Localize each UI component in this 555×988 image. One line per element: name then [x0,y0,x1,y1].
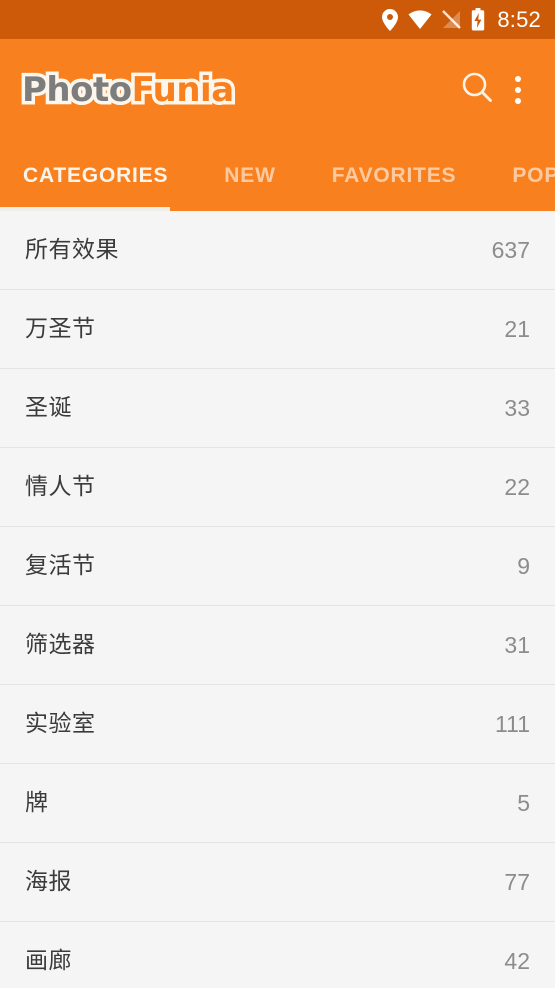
list-item-count: 9 [517,552,530,579]
wifi-icon [408,10,432,30]
list-item-label: 牌 [25,789,49,816]
list-item-label: 所有效果 [25,236,119,263]
tab-categories[interactable]: CATEGORIES [23,165,168,186]
app-toolbar: PhotoFunia [0,39,555,140]
list-item-count: 22 [504,473,530,500]
tab-popular[interactable]: POPULAR [512,165,555,186]
overflow-menu-button[interactable] [501,66,535,114]
location-icon [381,8,399,31]
tab-bar: CATEGORIES NEW FAVORITES POPULAR [0,140,555,211]
list-item-count: 637 [491,236,530,263]
list-item[interactable]: 万圣节 21 [0,290,555,369]
logo-text-funia: Funia [128,69,238,110]
list-item-count: 5 [517,789,530,816]
status-bar: 8:52 [0,0,555,39]
list-item[interactable]: 画廊 42 [0,922,555,988]
list-item[interactable]: 圣诞 33 [0,369,555,448]
list-item-count: 33 [504,394,530,421]
list-item-label: 筛选器 [25,631,96,658]
list-item-label: 圣诞 [25,394,72,421]
search-button[interactable] [453,66,501,114]
battery-charging-icon [471,8,485,31]
more-vertical-icon [515,75,521,104]
list-item-label: 万圣节 [25,315,96,342]
list-item-label: 复活节 [25,552,96,579]
app-root: 8:52 PhotoFunia CATEGORIES NEW FAVORITES… [0,0,555,988]
app-logo: PhotoFunia [19,69,238,110]
list-item-count: 21 [504,315,530,342]
list-item-count: 111 [495,710,530,737]
list-item[interactable]: 复活节 9 [0,527,555,606]
list-item[interactable]: 牌 5 [0,764,555,843]
no-sim-signal-icon [441,9,462,30]
search-icon [460,70,494,109]
list-item-label: 实验室 [25,710,96,737]
list-item-label: 情人节 [25,473,96,500]
list-item-count: 77 [504,868,530,895]
list-item[interactable]: 所有效果 637 [0,211,555,290]
logo-text-photo: Photo [19,69,136,110]
list-item[interactable]: 筛选器 31 [0,606,555,685]
list-item-label: 画廊 [25,947,72,974]
list-item[interactable]: 情人节 22 [0,448,555,527]
list-item[interactable]: 实验室 111 [0,685,555,764]
tab-favorites[interactable]: FAVORITES [332,165,457,186]
list-item[interactable]: 海报 77 [0,843,555,922]
status-bar-clock: 8:52 [497,6,541,32]
list-item-label: 海报 [25,868,72,895]
category-list[interactable]: 所有效果 637 万圣节 21 圣诞 33 情人节 22 复活节 9 筛选器 3… [0,211,555,988]
list-item-count: 31 [504,631,530,658]
list-item-count: 42 [504,947,530,974]
tab-new[interactable]: NEW [224,165,275,186]
